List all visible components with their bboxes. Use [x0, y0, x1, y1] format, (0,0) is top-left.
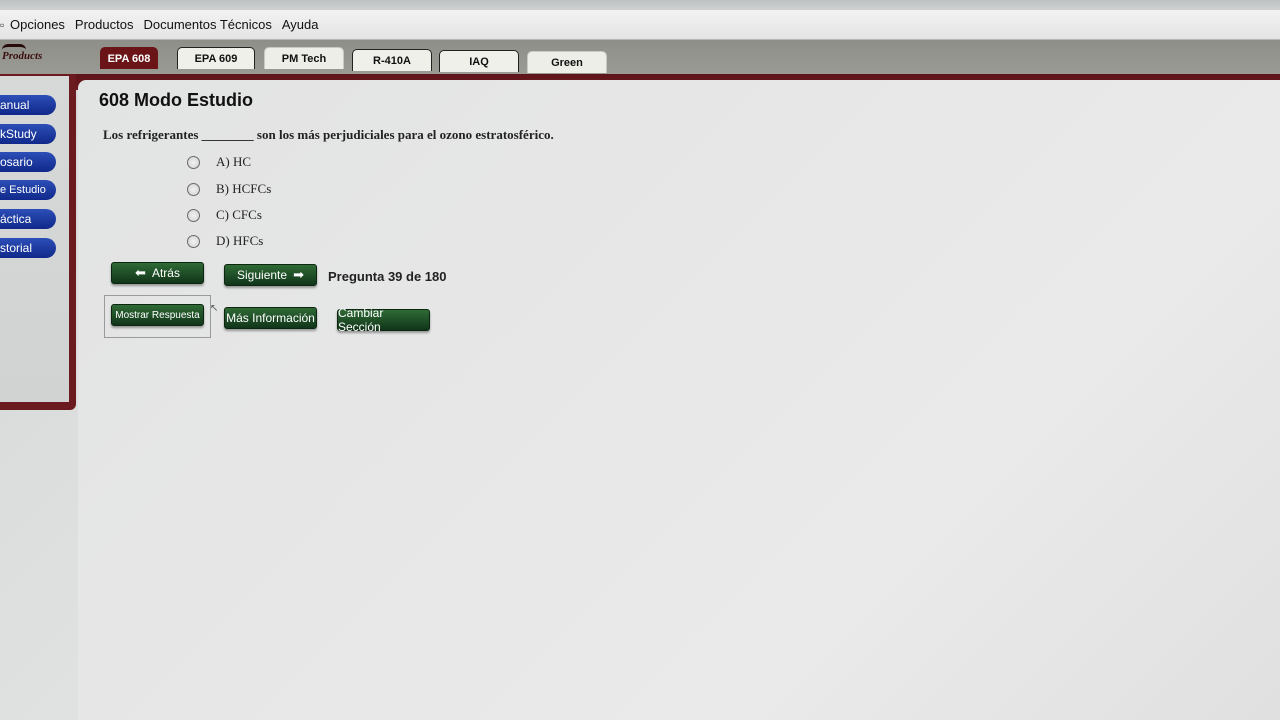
menu-separator: ▫: [0, 17, 5, 32]
more-info-button[interactable]: Más Información: [224, 307, 317, 329]
radio-button[interactable]: [187, 182, 200, 196]
show-answer-button[interactable]: Mostrar Respuesta: [111, 304, 204, 326]
tab-epa-608[interactable]: EPA 608: [100, 47, 158, 69]
arrow-left-icon: ⬅: [135, 265, 146, 280]
next-button[interactable]: Siguiente ➡: [224, 264, 317, 286]
radio-button[interactable]: [187, 155, 200, 169]
content-panel: [78, 80, 1280, 720]
arrow-right-icon: ➡: [293, 267, 304, 282]
sidebar-item-manual[interactable]: anual: [0, 95, 56, 115]
app-logo: Products: [0, 44, 70, 70]
radio-button[interactable]: [187, 234, 200, 248]
menubar: ▫ Opciones Productos Documentos Técnicos…: [0, 10, 1280, 40]
tab-epa-609[interactable]: EPA 609: [177, 47, 255, 69]
tab-r-410a[interactable]: R-410A: [352, 49, 432, 71]
page-title: 608 Modo Estudio: [99, 90, 254, 110]
option-label: B) HCFCs: [216, 181, 272, 196]
tab-iaq[interactable]: IAQ: [439, 50, 519, 72]
question-counter: Pregunta 39 de 180: [328, 269, 447, 284]
option-label: D) HFCs: [216, 233, 264, 248]
answer-option-d[interactable]: D) HFCs: [187, 232, 263, 250]
menu-productos[interactable]: Productos: [75, 17, 134, 32]
menu-opciones[interactable]: Opciones: [10, 17, 65, 32]
option-label: C) CFCs: [216, 207, 262, 222]
question-text: Los refrigerantes ________ son los más p…: [103, 127, 554, 142]
tab-green[interactable]: Green: [527, 51, 607, 73]
back-button[interactable]: ⬅ Atrás: [111, 262, 204, 284]
tab-pm-tech[interactable]: PM Tech: [264, 47, 344, 69]
sidebar-item-modo-estudio[interactable]: e Estudio: [0, 180, 56, 200]
back-button-label: Atrás: [151, 266, 180, 280]
next-button-label: Siguiente: [237, 268, 288, 282]
answer-option-c[interactable]: C) CFCs: [187, 206, 262, 224]
mouse-cursor-icon: ↖: [210, 303, 219, 314]
sidebar-item-practica[interactable]: áctica: [0, 209, 56, 229]
logo-text: Products: [2, 50, 43, 62]
sidebar-item-glosario[interactable]: osario: [0, 152, 56, 172]
menu-documentos-tecnicos[interactable]: Documentos Técnicos: [143, 17, 271, 32]
sidebar-item-quickstudy[interactable]: kStudy: [0, 124, 56, 144]
answer-option-a[interactable]: A) HC: [187, 153, 251, 171]
answer-option-b[interactable]: B) HCFCs: [187, 180, 271, 198]
option-label: A) HC: [216, 154, 252, 169]
change-section-button[interactable]: Cambiar Sección: [337, 306, 430, 334]
radio-button[interactable]: [187, 208, 200, 222]
sidebar-item-historial[interactable]: storial: [0, 238, 56, 258]
menu-ayuda[interactable]: Ayuda: [282, 17, 319, 32]
